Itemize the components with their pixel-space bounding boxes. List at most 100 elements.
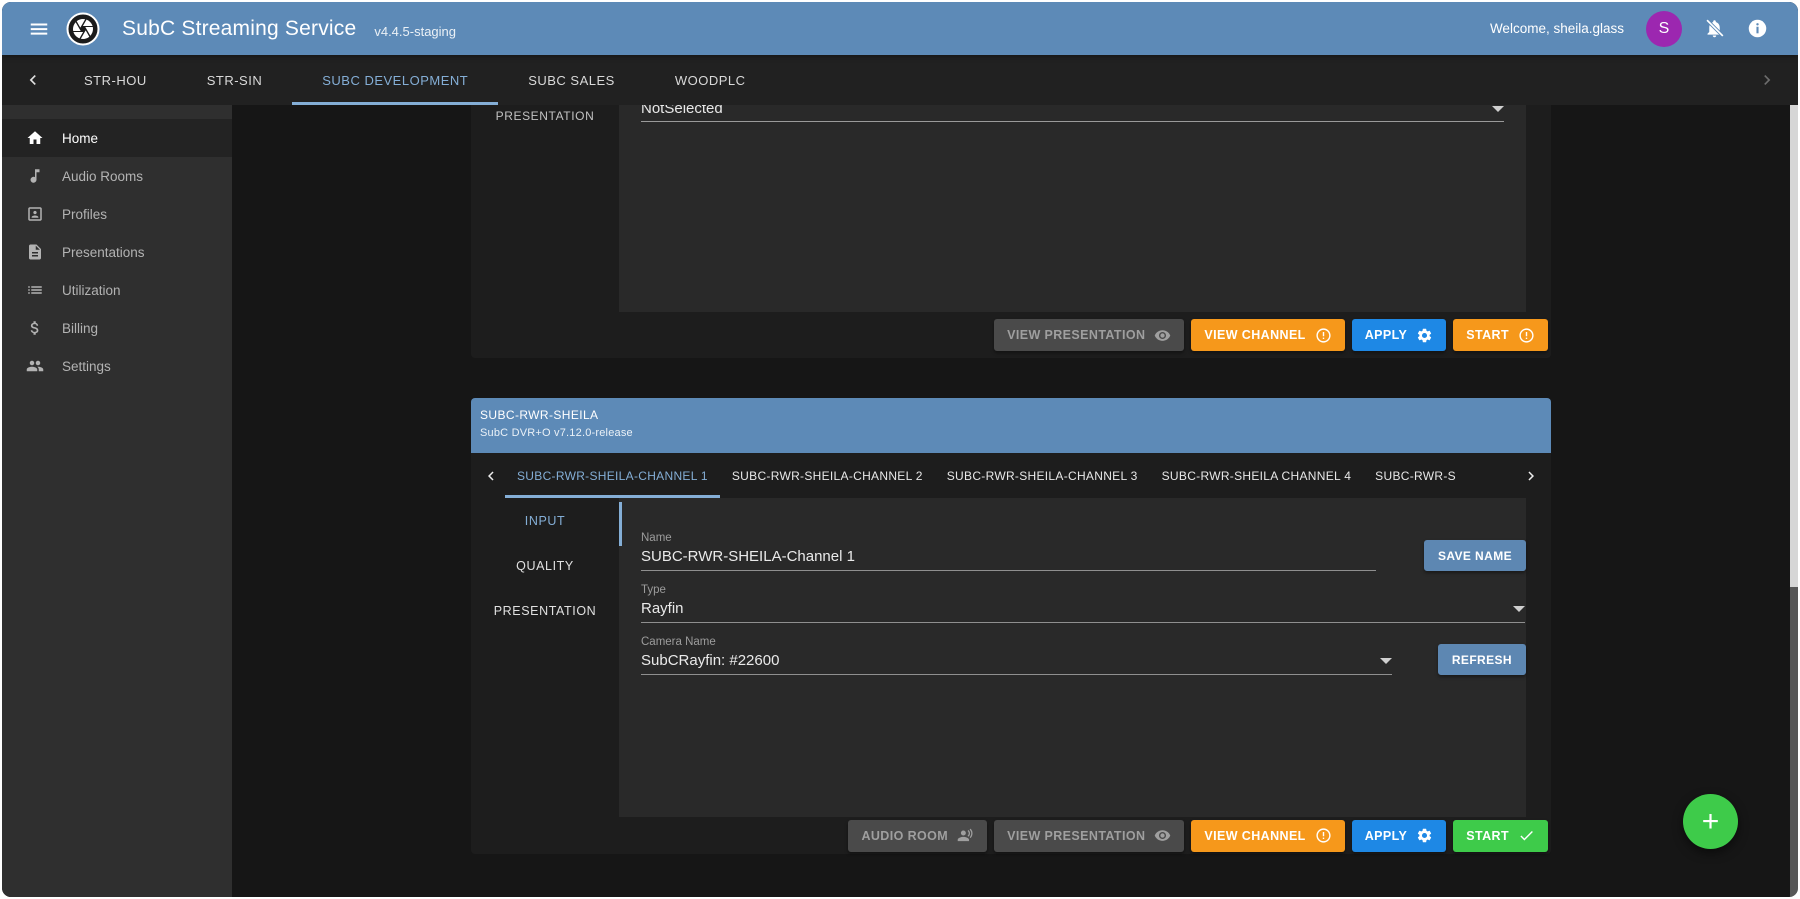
app-title: SubC Streaming Service <box>122 17 356 41</box>
view-presentation-button[interactable]: VIEW PRESENTATION <box>994 820 1184 852</box>
channel-tab-bar: SUBC-RWR-SHEILA-CHANNEL 1 SUBC-RWR-SHEIL… <box>471 453 1551 498</box>
presentation-section-label: PRESENTATION <box>471 105 619 123</box>
info-button[interactable] <box>1747 18 1768 39</box>
audio-room-button[interactable]: AUDIO ROOM <box>848 820 987 852</box>
avatar[interactable]: S <box>1646 11 1682 47</box>
sidebar-item-audio-rooms[interactable]: Audio Rooms <box>2 157 232 195</box>
view-channel-button[interactable]: VIEW CHANNEL <box>1191 820 1344 852</box>
section-tab-presentation[interactable]: PRESENTATION <box>471 588 619 633</box>
chevron-left-icon <box>482 467 500 485</box>
sidebar-item-settings[interactable]: Settings <box>2 347 232 385</box>
gear-icon <box>1416 827 1433 844</box>
section-tab-input[interactable]: INPUT <box>471 498 619 543</box>
device-card-body: INPUT QUALITY PRESENTATION Name SUBC-RWR… <box>471 498 1551 817</box>
sidebar-item-profiles[interactable]: Profiles <box>2 195 232 233</box>
refresh-button[interactable]: REFRESH <box>1438 644 1526 675</box>
save-name-button[interactable]: SAVE NAME <box>1424 540 1526 571</box>
org-tab-subc-sales[interactable]: SUBC SALES <box>498 55 645 105</box>
sidebar-item-billing[interactable]: Billing <box>2 309 232 347</box>
apply-button[interactable]: APPLY <box>1352 820 1447 852</box>
chevron-left-icon <box>23 70 43 90</box>
apply-button[interactable]: APPLY <box>1352 319 1447 351</box>
sidebar-item-label: Utilization <box>62 283 121 298</box>
plus-icon: + <box>1702 805 1720 838</box>
type-select[interactable]: Rayfin <box>641 599 1525 623</box>
type-select-value: Rayfin <box>641 599 684 618</box>
dollar-icon <box>26 319 44 337</box>
notifications-off-icon <box>1704 18 1725 39</box>
section-nav: INPUT QUALITY PRESENTATION <box>471 498 619 817</box>
camera-name-select[interactable]: SubCRayfin: #22600 <box>641 651 1392 675</box>
sidebar-item-utilization[interactable]: Utilization <box>2 271 232 309</box>
dropdown-arrow-icon <box>1380 658 1392 664</box>
channel-tab-4[interactable]: SUBC-RWR-SHEILA CHANNEL 4 <box>1150 453 1364 498</box>
dropdown-arrow-icon <box>1492 106 1504 112</box>
app-window: SubC Streaming Service v4.4.5-staging We… <box>2 2 1798 897</box>
gear-icon <box>1416 327 1433 344</box>
org-tabs-scroll-right-button[interactable] <box>1746 55 1788 105</box>
avatar-initial: S <box>1659 20 1670 38</box>
sidebar-item-label: Billing <box>62 321 98 336</box>
name-label: Name <box>641 532 1376 544</box>
org-tab-str-sin[interactable]: STR-SIN <box>177 55 293 105</box>
chevron-right-icon <box>1522 467 1540 485</box>
channel-tab-1[interactable]: SUBC-RWR-SHEILA-CHANNEL 1 <box>505 453 720 498</box>
topbar: SubC Streaming Service v4.4.5-staging We… <box>2 2 1798 55</box>
start-button[interactable]: START <box>1453 820 1548 852</box>
home-icon <box>26 129 44 147</box>
scrollbar[interactable] <box>1790 105 1798 897</box>
org-tab-woodplc[interactable]: WOODPLC <box>645 55 776 105</box>
app-version: v4.4.5-staging <box>374 24 456 39</box>
error-icon <box>1315 827 1332 844</box>
view-presentation-button[interactable]: VIEW PRESENTATION <box>994 319 1184 351</box>
info-icon <box>1747 18 1768 39</box>
type-field: Type Rayfin <box>641 584 1525 623</box>
chevron-right-icon <box>1757 70 1777 90</box>
device-title: SUBC-RWR-SHEILA <box>480 408 1541 422</box>
app-logo-icon <box>66 12 100 46</box>
presentation-card-button-row: VIEW PRESENTATION VIEW CHANNEL APPLY STA… <box>471 312 1551 358</box>
channel-tabs-scroll-right-button[interactable] <box>1517 453 1545 498</box>
channel-name-field: Name SUBC-RWR-SHEILA-Channel 1 <box>641 532 1376 571</box>
sidebar-item-label: Home <box>62 131 98 146</box>
channel-tab-3[interactable]: SUBC-RWR-SHEILA-CHANNEL 3 <box>935 453 1150 498</box>
org-tabs-scroll-left-button[interactable] <box>12 55 54 105</box>
check-icon <box>1518 827 1535 844</box>
view-channel-button[interactable]: VIEW CHANNEL <box>1191 319 1344 351</box>
notifications-off-button[interactable] <box>1704 18 1725 39</box>
device-card-header: SUBC-RWR-SHEILA SubC DVR+O v7.12.0-relea… <box>471 398 1551 453</box>
sidebar-item-label: Profiles <box>62 207 107 222</box>
scrollbar-thumb[interactable] <box>1790 587 1798 897</box>
error-icon <box>1518 327 1535 344</box>
section-tab-quality[interactable]: QUALITY <box>471 543 619 588</box>
hamburger-icon <box>28 18 50 40</box>
presentation-card-side-column: PRESENTATION <box>471 105 619 312</box>
channel-name-input[interactable]: SUBC-RWR-SHEILA-Channel 1 <box>641 547 1376 571</box>
sidebar: Home Audio Rooms Profiles Presentations … <box>2 105 232 897</box>
org-tab-bar: STR-HOU STR-SIN SUBC DEVELOPMENT SUBC SA… <box>2 55 1798 105</box>
camera-name-field: Camera Name SubCRayfin: #22600 <box>641 636 1392 675</box>
channel-name-value: SUBC-RWR-SHEILA-Channel 1 <box>641 547 855 566</box>
org-tab-subc-development[interactable]: SUBC DEVELOPMENT <box>292 55 498 105</box>
presentation-panel: NotSelected <box>619 105 1526 312</box>
input-form-panel: Name SUBC-RWR-SHEILA-Channel 1 SAVE NAME <box>619 498 1526 817</box>
camera-name-label: Camera Name <box>641 636 1392 648</box>
channel-tabs-scroll-left-button[interactable] <box>477 453 505 498</box>
add-button[interactable]: + <box>1683 794 1738 849</box>
presentation-select-value: NotSelected <box>641 105 723 118</box>
main-content: PRESENTATION NotSelected VIEW PRESENTATI… <box>232 105 1790 897</box>
org-tab-str-hou[interactable]: STR-HOU <box>54 55 177 105</box>
presentation-select[interactable]: NotSelected <box>641 105 1504 122</box>
channel-tab-2[interactable]: SUBC-RWR-SHEILA-CHANNEL 2 <box>720 453 935 498</box>
start-button[interactable]: START <box>1453 319 1548 351</box>
sidebar-item-home[interactable]: Home <box>2 119 232 157</box>
type-label: Type <box>641 584 1525 596</box>
document-icon <box>26 243 44 261</box>
device-card: SUBC-RWR-SHEILA SubC DVR+O v7.12.0-relea… <box>471 398 1551 854</box>
sidebar-item-label: Audio Rooms <box>62 169 143 184</box>
channel-tab-5[interactable]: SUBC-RWR-S <box>1363 453 1468 498</box>
sidebar-item-presentations[interactable]: Presentations <box>2 233 232 271</box>
audio-room-icon <box>957 827 974 844</box>
menu-button[interactable] <box>28 18 50 40</box>
window-frame: SubC Streaming Service v4.4.5-staging We… <box>0 0 1800 899</box>
